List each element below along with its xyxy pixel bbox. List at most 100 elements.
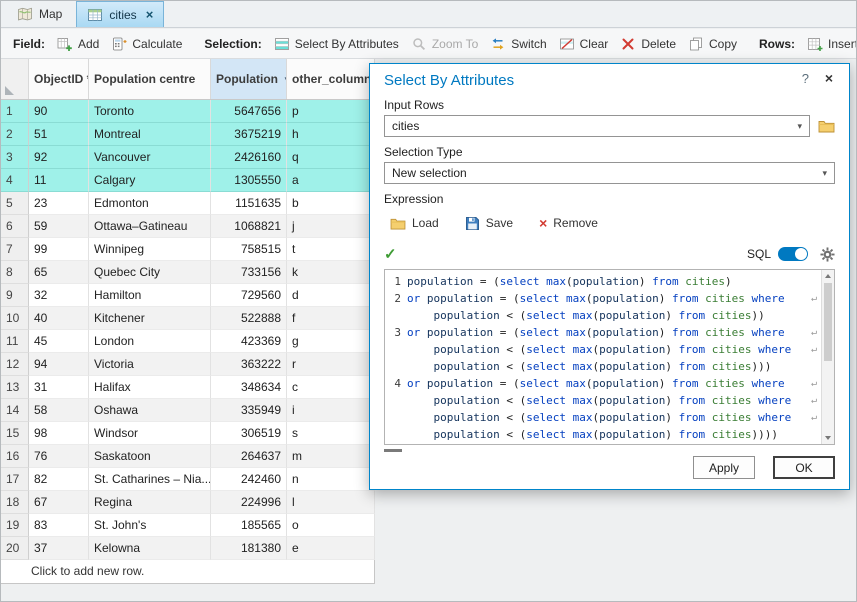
cell-population-centre[interactable]: Hamilton	[89, 284, 211, 307]
cell-objectid[interactable]: 40	[29, 307, 89, 330]
table-row[interactable]: 1 90 Toronto 5647656 p	[1, 100, 375, 123]
scrollbar-thumb[interactable]	[824, 283, 832, 361]
table-row[interactable]: 9 32 Hamilton 729560 d	[1, 284, 375, 307]
cell-population[interactable]: 306519	[211, 422, 287, 445]
sql-toggle[interactable]	[778, 247, 808, 261]
row-number[interactable]: 17	[1, 468, 29, 491]
cell-other-column[interactable]: k	[287, 261, 375, 284]
load-expression-button[interactable]: Load	[384, 214, 445, 232]
cell-population[interactable]: 224996	[211, 491, 287, 514]
row-number[interactable]: 19	[1, 514, 29, 537]
editor-hscroll-thumb[interactable]	[384, 449, 402, 452]
table-row[interactable]: 7 99 Winnipeg 758515 t	[1, 238, 375, 261]
cell-population-centre[interactable]: Victoria	[89, 353, 211, 376]
remove-expression-button[interactable]: × Remove	[533, 214, 604, 232]
cell-objectid[interactable]: 23	[29, 192, 89, 215]
cell-population[interactable]: 181380	[211, 537, 287, 560]
cell-population[interactable]: 348634	[211, 376, 287, 399]
cell-other-column[interactable]: t	[287, 238, 375, 261]
cell-other-column[interactable]: o	[287, 514, 375, 537]
cell-population[interactable]: 733156	[211, 261, 287, 284]
row-number[interactable]: 1	[1, 100, 29, 123]
table-row[interactable]: 15 98 Windsor 306519 s	[1, 422, 375, 445]
cell-other-column[interactable]: d	[287, 284, 375, 307]
column-header-objectid[interactable]: ObjectID *	[29, 59, 89, 99]
cell-population-centre[interactable]: Quebec City	[89, 261, 211, 284]
row-number[interactable]: 16	[1, 445, 29, 468]
cell-objectid[interactable]: 98	[29, 422, 89, 445]
table-row[interactable]: 4 11 Calgary 1305550 a	[1, 169, 375, 192]
gear-icon[interactable]	[820, 246, 835, 262]
cell-objectid[interactable]: 31	[29, 376, 89, 399]
cell-objectid[interactable]: 11	[29, 169, 89, 192]
table-row[interactable]: 12 94 Victoria 363222 r	[1, 353, 375, 376]
cell-population[interactable]: 3675219	[211, 123, 287, 146]
table-row[interactable]: 5 23 Edmonton 1151635 b	[1, 192, 375, 215]
calculate-button[interactable]: Calculate	[105, 33, 188, 55]
apply-button[interactable]: Apply	[693, 456, 755, 479]
scroll-down-icon[interactable]	[822, 432, 834, 444]
add-row[interactable]: Click to add new row.	[1, 560, 374, 584]
zoom-to-button[interactable]: Zoom To	[405, 33, 484, 55]
cell-other-column[interactable]: i	[287, 399, 375, 422]
cell-population-centre[interactable]: Oshawa	[89, 399, 211, 422]
cell-other-column[interactable]: b	[287, 192, 375, 215]
cell-objectid[interactable]: 94	[29, 353, 89, 376]
cell-population-centre[interactable]: Ottawa–Gatineau	[89, 215, 211, 238]
cell-population-centre[interactable]: Montreal	[89, 123, 211, 146]
cell-objectid[interactable]: 82	[29, 468, 89, 491]
insert-row-button[interactable]: Insert ▾	[801, 33, 856, 55]
cell-objectid[interactable]: 67	[29, 491, 89, 514]
save-expression-button[interactable]: Save	[459, 214, 519, 233]
add-field-button[interactable]: Add	[51, 33, 105, 55]
cell-population-centre[interactable]: Regina	[89, 491, 211, 514]
row-number[interactable]: 15	[1, 422, 29, 445]
table-row[interactable]: 8 65 Quebec City 733156 k	[1, 261, 375, 284]
cell-population-centre[interactable]: Edmonton	[89, 192, 211, 215]
row-number[interactable]: 20	[1, 537, 29, 560]
cell-population-centre[interactable]: London	[89, 330, 211, 353]
cell-objectid[interactable]: 32	[29, 284, 89, 307]
help-icon[interactable]: ?	[802, 71, 809, 86]
cell-population-centre[interactable]: St. Catharines – Nia...	[89, 468, 211, 491]
cell-population-centre[interactable]: Halifax	[89, 376, 211, 399]
copy-button[interactable]: Copy	[682, 33, 743, 55]
cell-other-column[interactable]: c	[287, 376, 375, 399]
table-row[interactable]: 2 51 Montreal 3675219 h	[1, 123, 375, 146]
cell-population-centre[interactable]: Kitchener	[89, 307, 211, 330]
input-rows-combobox[interactable]: cities ▾	[384, 115, 810, 137]
cell-population-centre[interactable]: Saskatoon	[89, 445, 211, 468]
cell-other-column[interactable]: m	[287, 445, 375, 468]
column-header-other-column[interactable]: other_column	[287, 59, 375, 99]
cell-other-column[interactable]: g	[287, 330, 375, 353]
close-icon[interactable]: ×	[825, 70, 833, 86]
cell-population-centre[interactable]: Vancouver	[89, 146, 211, 169]
row-number[interactable]: 18	[1, 491, 29, 514]
browse-folder-icon[interactable]	[818, 119, 835, 133]
cell-population[interactable]: 1305550	[211, 169, 287, 192]
table-row[interactable]: 11 45 London 423369 g	[1, 330, 375, 353]
cell-population[interactable]: 729560	[211, 284, 287, 307]
table-row[interactable]: 6 59 Ottawa–Gatineau 1068821 j	[1, 215, 375, 238]
cell-population[interactable]: 522888	[211, 307, 287, 330]
ok-button[interactable]: OK	[773, 456, 835, 479]
table-row[interactable]: 19 83 St. John's 185565 o	[1, 514, 375, 537]
cell-population-centre[interactable]: St. John's	[89, 514, 211, 537]
cell-population-centre[interactable]: Calgary	[89, 169, 211, 192]
selection-type-combobox[interactable]: New selection ▾	[384, 162, 835, 184]
cell-other-column[interactable]: a	[287, 169, 375, 192]
row-number[interactable]: 3	[1, 146, 29, 169]
column-header-population[interactable]: Population▼	[211, 59, 287, 99]
cell-objectid[interactable]: 99	[29, 238, 89, 261]
row-number[interactable]: 10	[1, 307, 29, 330]
cell-population[interactable]: 423369	[211, 330, 287, 353]
switch-selection-button[interactable]: Switch	[484, 33, 552, 55]
cell-objectid[interactable]: 65	[29, 261, 89, 284]
sql-editor[interactable]: 1 population = (select max(population) fr…	[384, 269, 835, 445]
cell-other-column[interactable]: e	[287, 537, 375, 560]
cell-population[interactable]: 363222	[211, 353, 287, 376]
select-by-attributes-button[interactable]: Select By Attributes	[268, 33, 405, 55]
cell-objectid[interactable]: 76	[29, 445, 89, 468]
cell-population[interactable]: 1151635	[211, 192, 287, 215]
cell-other-column[interactable]: j	[287, 215, 375, 238]
